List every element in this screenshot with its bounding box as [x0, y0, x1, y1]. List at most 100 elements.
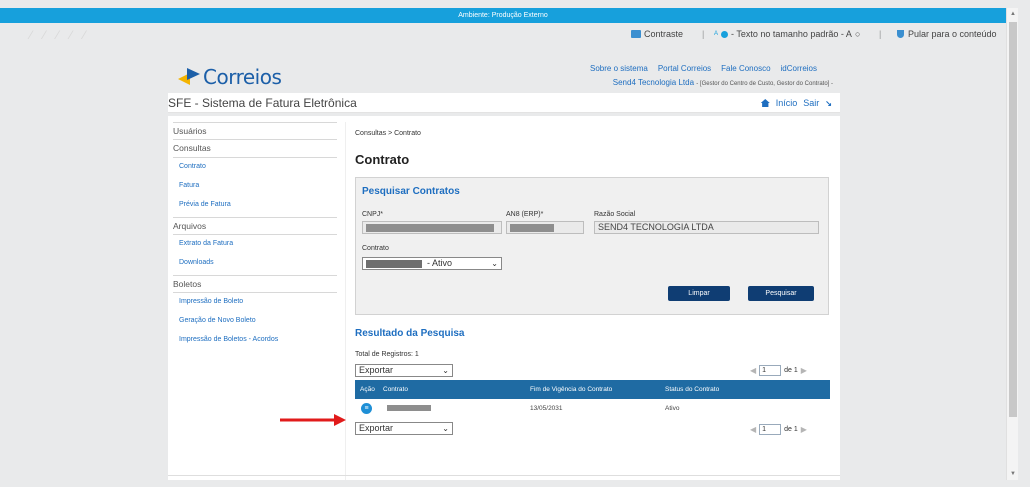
page-number-input[interactable]: 1: [759, 365, 782, 376]
search-title: Pesquisar Contratos: [362, 186, 460, 197]
page-scrollbar[interactable]: ▲ ▼: [1006, 8, 1018, 480]
export-select-value: Exportar: [359, 423, 394, 433]
an8-label: AN8 (ERP)*: [506, 211, 544, 218]
link-fale-conosco[interactable]: Fale Conosco: [721, 64, 770, 73]
export-select-top[interactable]: Exportar ⌄: [355, 364, 453, 377]
results-table-header: Ação Contrato Fim de Vigência do Contrat…: [355, 380, 830, 399]
cnpj-field[interactable]: [362, 221, 502, 234]
scroll-down-icon[interactable]: ▼: [1008, 469, 1018, 479]
correios-logo[interactable]: Correios: [178, 65, 282, 89]
faded-logo-icon: ⁄ ⁄ ⁄ ⁄ ⁄: [30, 28, 90, 42]
contrast-icon: [631, 30, 641, 38]
sidebar-item-extrato[interactable]: Extrato da Fatura: [173, 235, 337, 254]
sidebar-section-usuarios[interactable]: Usuários: [173, 122, 337, 140]
shield-icon: [897, 30, 904, 38]
sidebar-item-fatura[interactable]: Fatura: [173, 177, 337, 196]
user-info: Send4 Tecnologia Ltda - [Gestor do Centr…: [613, 78, 833, 87]
cell-status: Ativo: [665, 405, 680, 412]
page-number-input[interactable]: 1: [759, 424, 782, 435]
contrast-toggle[interactable]: Contraste: [631, 29, 683, 39]
sidebar-section-boletos[interactable]: Boletos: [173, 275, 337, 293]
next-page-icon[interactable]: ▶: [801, 425, 807, 434]
content-area: Usuários Consultas Contrato Fatura Prévi…: [168, 116, 840, 480]
sidebar-item-boletos-acordos[interactable]: Impressão de Boletos - Acordos: [173, 331, 337, 350]
cnpj-label: CNPJ*: [362, 211, 384, 218]
skip-to-content-link[interactable]: Pular para o conteúdo: [897, 29, 997, 39]
next-page-icon[interactable]: ▶: [801, 366, 807, 375]
home-icon[interactable]: [760, 99, 770, 107]
separator: |: [702, 29, 705, 39]
system-header: SFE - Sistema de Fatura Eletrônica Iníci…: [168, 93, 840, 113]
results-title: Resultado da Pesquisa: [355, 328, 465, 339]
an8-field[interactable]: [506, 221, 584, 234]
page-container: Correios Sobre o sistema Portal Correios…: [168, 40, 840, 480]
chevron-down-icon: ⌄: [491, 259, 498, 268]
contrast-label: Contraste: [644, 29, 684, 39]
breadcrumb: Consultas > Contrato: [355, 130, 421, 137]
exit-icon[interactable]: ↘: [825, 99, 832, 108]
razao-social-label: Razão Social: [594, 211, 636, 218]
red-arrow-icon: [280, 414, 346, 426]
total-records: Total de Registros: 1: [355, 351, 419, 358]
sidebar-section-arquivos[interactable]: Arquivos: [173, 217, 337, 235]
scroll-thumb[interactable]: [1009, 22, 1017, 417]
page-title: Contrato: [355, 152, 410, 167]
redacted-value: [366, 224, 494, 232]
search-button[interactable]: Pesquisar: [748, 286, 814, 301]
contrato-select-value: - Ativo: [427, 258, 453, 268]
font-reset-icon[interactable]: ○: [855, 29, 860, 39]
skip-label: Pular para o conteúdo: [908, 29, 997, 39]
link-idcorreios[interactable]: idCorreios: [781, 64, 817, 73]
redacted-contract: [387, 405, 431, 411]
font-size-control[interactable]: A - Texto no tamanho padrão - A ○: [714, 29, 860, 39]
link-portal[interactable]: Portal Correios: [658, 64, 711, 73]
separator: |: [879, 29, 882, 39]
browser-viewport: Ambiente: Produção Externo ⁄ ⁄ ⁄ ⁄ ⁄ Con…: [0, 0, 1030, 487]
header-links: Sobre o sistema Portal Correios Fale Con…: [590, 64, 817, 73]
pagination-top: ◀ 1 de 1 ▶: [750, 365, 807, 376]
chevron-down-icon: ⌄: [442, 366, 449, 375]
link-sobre[interactable]: Sobre o sistema: [590, 64, 648, 73]
user-company: Send4 Tecnologia Ltda: [612, 78, 695, 87]
page-of-label: de 1: [784, 367, 798, 374]
sidebar-item-downloads[interactable]: Downloads: [173, 254, 337, 273]
main-panel: Consultas > Contrato Contrato Pesquisar …: [345, 122, 837, 480]
column-acao: Ação: [360, 386, 375, 393]
sidebar-item-impressao-boleto[interactable]: Impressão de Boleto: [173, 293, 337, 312]
table-row: ≡ 13/05/2031 Ativo: [355, 399, 830, 417]
details-icon[interactable]: ≡: [361, 403, 372, 414]
contrato-select[interactable]: - Ativo ⌄: [362, 257, 502, 270]
font-type-icon: [721, 30, 729, 38]
user-role: - [Gestor do Centro de Custo, Gestor do …: [696, 81, 833, 87]
prev-page-icon[interactable]: ◀: [750, 425, 756, 434]
font-size-small[interactable]: A: [714, 31, 718, 37]
pagination-bottom: ◀ 1 de 1 ▶: [750, 424, 807, 435]
logo-text: Correios: [203, 65, 282, 89]
column-contrato: Contrato: [383, 386, 408, 393]
system-title: SFE - Sistema de Fatura Eletrônica: [168, 96, 357, 110]
column-fim-vigencia: Fim de Vigência do Contrato: [530, 386, 613, 393]
sidebar-section-consultas[interactable]: Consultas: [173, 140, 337, 158]
export-select-bottom[interactable]: Exportar ⌄: [355, 422, 453, 435]
environment-banner: Ambiente: Produção Externo: [0, 8, 1006, 23]
chevron-down-icon: ⌄: [442, 424, 449, 433]
prev-page-icon[interactable]: ◀: [750, 366, 756, 375]
cell-fim-vigencia: 13/05/2031: [530, 405, 563, 412]
search-form: Pesquisar Contratos CNPJ* AN8 (ERP)* Raz…: [355, 177, 829, 315]
correios-logo-icon: [178, 68, 200, 86]
sidebar-item-previa-fatura[interactable]: Prévia de Fatura: [173, 196, 337, 215]
redacted-value: [510, 224, 554, 232]
razao-social-field[interactable]: SEND4 TECNOLOGIA LTDA: [594, 221, 819, 234]
exit-link[interactable]: Sair: [803, 98, 819, 108]
sidebar: Usuários Consultas Contrato Fatura Prévi…: [173, 122, 337, 350]
sidebar-item-geracao-boleto[interactable]: Geração de Novo Boleto: [173, 312, 337, 331]
sidebar-item-contrato[interactable]: Contrato: [173, 158, 337, 177]
column-status: Status do Contrato: [665, 386, 720, 393]
clear-button[interactable]: Limpar: [668, 286, 730, 301]
export-select-value: Exportar: [359, 365, 394, 375]
contrato-label: Contrato: [362, 245, 389, 252]
footer-divider: [168, 475, 840, 476]
font-size-label: - Texto no tamanho padrão - A: [731, 29, 852, 39]
scroll-up-icon[interactable]: ▲: [1008, 9, 1018, 19]
home-link[interactable]: Início: [776, 98, 798, 108]
